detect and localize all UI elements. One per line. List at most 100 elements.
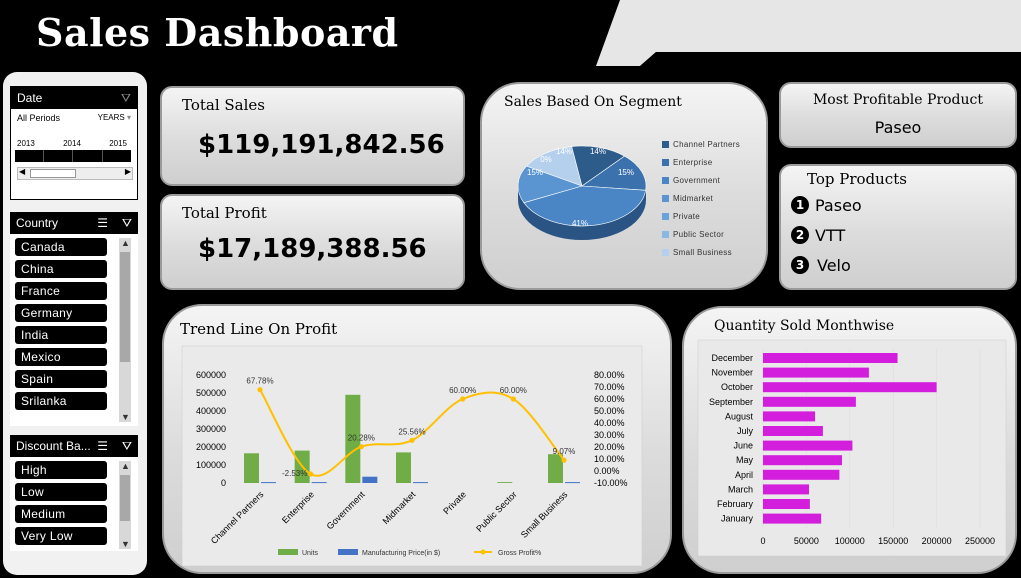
- country-item[interactable]: Mexico: [15, 348, 107, 366]
- product-name: Velo: [817, 255, 851, 275]
- pie-data-label: 15%: [618, 168, 634, 177]
- rank-badge: 1: [791, 196, 809, 214]
- pie-data-label: 0%: [540, 155, 552, 164]
- clear-filter-icon[interactable]: ⛛: [121, 87, 131, 109]
- country-item[interactable]: France: [15, 282, 107, 300]
- legend-label: Government: [673, 175, 721, 185]
- legend-item: Enterprise: [662, 153, 740, 171]
- gross-profit-label: 25.56%: [398, 427, 425, 436]
- date-slicer[interactable]: Date ⛛ All Periods YEARS ▾ 2013 2014 201…: [10, 86, 138, 200]
- top-product-item: 1 Paseo: [791, 190, 862, 220]
- country-item[interactable]: China: [15, 260, 107, 278]
- mfg-price-bar: [362, 476, 378, 483]
- gross-profit-point: [460, 396, 466, 402]
- clear-filter-icon[interactable]: ⛛: [122, 435, 132, 457]
- scroll-right-icon[interactable]: ▶: [125, 167, 131, 176]
- timeline-scrollbar[interactable]: ◀ ▶: [17, 167, 133, 180]
- gross-profit-point: [561, 457, 567, 463]
- chevron-up-icon[interactable]: ▲: [121, 461, 130, 471]
- legend-item: Private: [662, 207, 740, 225]
- month-bar: [763, 367, 869, 378]
- most-profitable-title: Most Profitable Product: [812, 92, 984, 108]
- gross-profit-label: 9.07%: [553, 447, 576, 456]
- legend-swatch: [662, 194, 669, 202]
- legend-label: Private: [673, 211, 700, 221]
- x-tick-label: 100000: [835, 536, 865, 546]
- month-bar: [763, 499, 810, 509]
- chevron-up-icon[interactable]: ▲: [121, 238, 130, 248]
- chevron-down-icon[interactable]: ▼: [121, 539, 130, 549]
- country-item[interactable]: Germany: [15, 304, 107, 322]
- date-slicer-label: Date: [17, 91, 43, 105]
- y-tick-label: 300000: [196, 424, 226, 434]
- multi-select-icon[interactable]: ☰: [97, 212, 108, 234]
- y-tick-label: August: [725, 411, 754, 421]
- mfg-price-bar: [565, 482, 580, 484]
- qty-chart: 0 50000 100000 150000 200000 250000 December No…: [697, 339, 1007, 557]
- legend-label: Midmarket: [673, 193, 714, 203]
- legend-item: Small Business: [662, 243, 740, 261]
- country-item[interactable]: Canada: [15, 238, 107, 256]
- legend-label: Gross Profit%: [498, 550, 541, 557]
- legend-swatch: [338, 549, 358, 555]
- legend-item: Government: [662, 171, 740, 189]
- pie-data-label: 14%: [556, 147, 572, 156]
- y-tick-label: 500000: [196, 388, 226, 398]
- month-bar: [763, 440, 853, 451]
- month-bar: [763, 455, 842, 466]
- country-item[interactable]: Spain: [15, 370, 107, 388]
- trend-chart-card: Trend Line On Profit 0 100000 200000 300000…: [162, 304, 672, 574]
- y-tick-label: June: [733, 441, 753, 451]
- chevron-down-icon[interactable]: ▼: [121, 412, 130, 422]
- legend-label: Enterprise: [673, 157, 713, 167]
- month-bar: [763, 382, 937, 393]
- units-bar: [548, 454, 563, 483]
- units-bar: [244, 453, 259, 483]
- y-tick-label: 400000: [196, 406, 226, 416]
- clear-filter-icon[interactable]: ⛛: [122, 212, 132, 234]
- country-item[interactable]: India: [15, 326, 107, 344]
- month-bar: [763, 426, 823, 436]
- top-products-title: Top Products: [807, 170, 907, 188]
- year-label: 2015: [109, 139, 127, 148]
- discount-item[interactable]: Very Low: [15, 527, 107, 545]
- total-sales-title: Total Sales: [182, 96, 265, 114]
- mfg-price-bar: [413, 482, 428, 484]
- discount-scrollbar[interactable]: ▲ ▼: [119, 461, 131, 549]
- x-tick-label: 200000: [922, 536, 952, 546]
- total-sales-value: $119,191,842.56: [198, 130, 445, 160]
- country-scrollbar[interactable]: ▲ ▼: [119, 238, 131, 422]
- date-unit-select[interactable]: YEARS ▾: [98, 113, 131, 123]
- discount-item[interactable]: High: [15, 461, 107, 479]
- timeline-bar[interactable]: [15, 150, 131, 162]
- trend-chart: 0 100000 200000 300000 400000 500000 600000 -10…: [181, 345, 643, 567]
- most-profitable-card: Most Profitable Product Paseo: [779, 82, 1017, 148]
- legend-label: Small Business: [673, 247, 732, 257]
- multi-select-icon[interactable]: ☰: [97, 435, 108, 457]
- discount-slicer-label: Discount Ba...: [16, 439, 91, 453]
- legend-item: Midmarket: [662, 189, 740, 207]
- rank-badge: 2: [791, 226, 809, 244]
- legend-swatch: [662, 176, 669, 184]
- country-item[interactable]: Srilanka: [15, 392, 107, 410]
- y2-tick-label: 30.00%: [594, 430, 625, 440]
- mfg-price-bar: [261, 482, 276, 484]
- discount-item[interactable]: Medium: [15, 505, 107, 523]
- y2-tick-label: 60.00%: [594, 394, 625, 404]
- gross-profit-point: [257, 387, 263, 393]
- total-profit-value: $17,189,388.56: [198, 234, 427, 264]
- gross-profit-label: 20.28%: [348, 434, 375, 443]
- product-name: Paseo: [815, 195, 862, 215]
- x-tick-label: 250000: [965, 536, 995, 546]
- discount-item[interactable]: Low: [15, 483, 107, 501]
- y2-tick-label: -10.00%: [594, 478, 628, 488]
- product-name: VTT: [815, 225, 846, 245]
- legend-swatch: [662, 248, 669, 256]
- legend-swatch: [662, 230, 669, 238]
- y2-tick-label: 80.00%: [594, 370, 625, 380]
- scroll-left-icon[interactable]: ◀: [19, 167, 25, 176]
- y2-tick-label: 0.00%: [594, 466, 620, 476]
- legend-label: Channel Partners: [673, 139, 741, 149]
- y-tick-label: March: [728, 484, 753, 494]
- y-tick-label: December: [711, 353, 753, 363]
